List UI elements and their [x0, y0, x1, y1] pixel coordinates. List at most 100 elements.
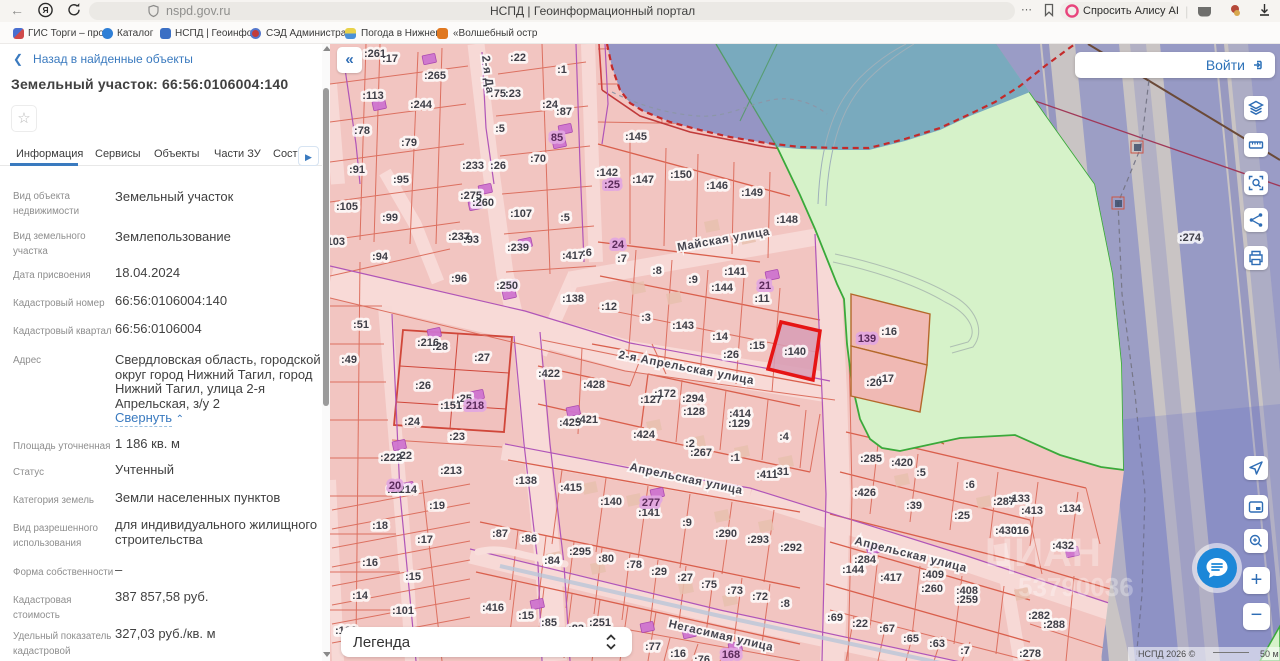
svg-text::260: :260: [472, 197, 494, 209]
svg-text::285: :285: [860, 453, 882, 465]
svg-text::145: :145: [625, 131, 647, 143]
svg-text::22: :22: [510, 52, 526, 64]
svg-text::16: :16: [670, 648, 686, 660]
svg-text::73: :73: [727, 585, 743, 597]
svg-text::28: :28: [432, 341, 448, 353]
svg-text::65: :65: [903, 633, 919, 645]
svg-text::134: :134: [1059, 503, 1082, 515]
svg-text::14: :14: [352, 590, 369, 602]
svg-text:218: 218: [466, 400, 484, 412]
svg-text::51: :51: [353, 319, 369, 331]
svg-text::172: :172: [654, 388, 676, 400]
svg-text::93: :93: [463, 234, 479, 246]
svg-text::87: :87: [492, 528, 508, 540]
svg-text::18: :18: [372, 520, 388, 532]
svg-text::15: :15: [405, 571, 421, 583]
svg-text:20: 20: [389, 480, 401, 492]
svg-text::76: :76: [694, 654, 710, 661]
svg-text::265: :265: [424, 70, 446, 82]
svg-text::80: :80: [598, 553, 614, 565]
svg-text::96: :96: [451, 273, 467, 285]
svg-text::432: :432: [1052, 540, 1074, 552]
svg-text::22: :22: [852, 618, 868, 630]
svg-text::278: :278: [1019, 648, 1041, 660]
svg-text::26: :26: [723, 349, 739, 361]
svg-text::105: :105: [336, 201, 358, 213]
svg-text::1: :1: [557, 64, 567, 76]
svg-text::8: :8: [652, 265, 662, 277]
svg-text::17: :17: [417, 534, 433, 546]
svg-text::87: :87: [556, 106, 572, 118]
svg-text::9: :9: [688, 274, 698, 286]
svg-text::5: :5: [560, 212, 570, 224]
svg-text::259: :259: [956, 594, 978, 606]
svg-text::294: :294: [682, 393, 705, 405]
svg-text::144: :144: [711, 282, 734, 294]
svg-text::69: :69: [827, 612, 843, 624]
svg-text::86: :86: [521, 533, 537, 545]
svg-text::7: :7: [960, 645, 970, 657]
svg-text::3: :3: [641, 312, 651, 324]
svg-text::267: :267: [690, 447, 712, 459]
svg-text::78: :78: [626, 559, 642, 571]
svg-text::144: :144: [842, 564, 865, 576]
svg-text::16: :16: [881, 326, 897, 338]
svg-text::147: :147: [632, 174, 654, 186]
svg-text::17: :17: [382, 53, 398, 65]
svg-text:85: 85: [551, 132, 563, 144]
svg-text::133: :133: [1008, 493, 1030, 505]
svg-text:168: 168: [722, 649, 740, 661]
svg-text::293: :293: [747, 534, 769, 546]
svg-text::288: :288: [1043, 619, 1065, 631]
svg-text::75: :75: [701, 579, 717, 591]
svg-text::67: :67: [879, 623, 895, 635]
svg-text::138: :138: [562, 293, 584, 305]
svg-text::138: :138: [515, 475, 537, 487]
svg-text::22: :22: [396, 450, 412, 462]
svg-text::417: :417: [562, 250, 584, 262]
svg-text::25: :25: [604, 179, 620, 191]
svg-text::5: :5: [916, 467, 926, 479]
svg-text::26: :26: [490, 160, 506, 172]
svg-text::416: :416: [482, 602, 504, 614]
svg-text::25: :25: [954, 510, 970, 522]
svg-text::428: :428: [583, 379, 605, 391]
svg-text::8: :8: [780, 598, 790, 610]
svg-text:21: 21: [759, 280, 771, 292]
svg-text::94: :94: [372, 251, 389, 263]
svg-text::142: :142: [596, 167, 618, 179]
svg-text::27: :27: [677, 572, 693, 584]
svg-text::250: :250: [496, 280, 518, 292]
svg-text::290: :290: [715, 528, 737, 540]
svg-text::417: :417: [880, 572, 902, 584]
svg-text::143: :143: [672, 320, 694, 332]
svg-text::148: :148: [776, 214, 798, 226]
svg-text::292: :292: [780, 542, 802, 554]
svg-text::141: :141: [724, 266, 746, 278]
svg-text::107: :107: [510, 208, 532, 220]
svg-text::426: :426: [854, 487, 876, 499]
svg-text::63: :63: [929, 638, 945, 650]
svg-text::99: :99: [382, 212, 398, 224]
svg-text::244: :244: [410, 99, 433, 111]
svg-text:277: 277: [642, 497, 660, 509]
svg-text::101: :101: [392, 605, 414, 617]
svg-text::95: :95: [393, 174, 409, 186]
svg-text::128: :128: [683, 406, 705, 418]
svg-text::91: :91: [349, 164, 365, 176]
svg-text::72: :72: [752, 591, 768, 603]
svg-text::274: :274: [1179, 232, 1202, 244]
svg-text::16: :16: [362, 557, 378, 569]
svg-text::260: :260: [921, 583, 943, 595]
svg-text::140: :140: [600, 496, 622, 508]
svg-text::1: :1: [730, 452, 740, 464]
svg-text::239: :239: [507, 242, 529, 254]
svg-text::78: :78: [354, 125, 370, 137]
svg-text::6: :6: [582, 247, 592, 259]
svg-text::27: :27: [474, 352, 490, 364]
svg-text::129: :129: [728, 418, 750, 430]
svg-text::16: :16: [1013, 525, 1029, 537]
svg-text::149: :149: [741, 187, 763, 199]
svg-text:139: 139: [858, 333, 876, 345]
svg-text::26: :26: [415, 380, 431, 392]
